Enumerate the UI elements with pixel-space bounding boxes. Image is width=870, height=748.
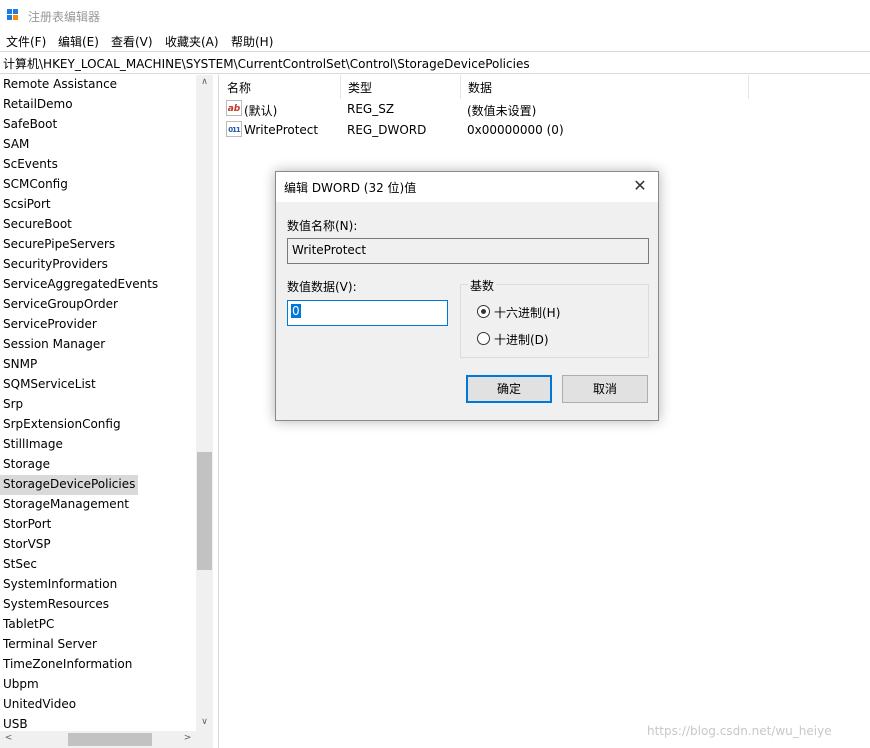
tree-item[interactable]: ScEvents (0, 155, 61, 175)
tree-item[interactable]: SNMP (0, 355, 40, 375)
value-name-field[interactable]: WriteProtect (287, 238, 649, 264)
ok-button[interactable]: 确定 (466, 375, 552, 403)
tree-horizontal-scrollbar[interactable]: < > (0, 731, 196, 748)
close-icon[interactable]: ✕ (630, 176, 650, 195)
tree-item[interactable]: StSec (0, 555, 40, 575)
scroll-right-arrow-icon[interactable]: > (179, 733, 196, 743)
base-label: 基数 (468, 277, 497, 294)
watermark-url: https://blog.csdn.net/wu_heiye (647, 724, 832, 738)
scroll-down-arrow-icon[interactable]: ∨ (196, 717, 213, 727)
menu-help[interactable]: 帮助(H) (231, 33, 273, 50)
dialog-title-bar: 编辑 DWORD (32 位)值 ✕ (276, 172, 658, 202)
pane-splitter[interactable] (213, 75, 219, 748)
registry-key-tree: Remote Assistance RetailDemo SafeBoot SAM Sc… (0, 75, 213, 748)
base-groupbox (460, 284, 649, 358)
tree-item[interactable]: TabletPC (0, 615, 57, 635)
tree-item[interactable]: ScsiPort (0, 195, 54, 215)
tree-item[interactable]: Remote Assistance (0, 75, 120, 95)
regedit-app-icon (7, 9, 20, 22)
value-data-input[interactable]: 0 (287, 300, 448, 326)
value-name-label: 数值名称(N): (287, 219, 358, 233)
value-type: REG_DWORD (347, 123, 427, 137)
radio-decimal-label[interactable]: 十进制(D) (494, 331, 549, 348)
radio-hex[interactable] (477, 305, 490, 318)
tree-item[interactable]: Storage (0, 455, 53, 475)
column-header-data[interactable]: 数据 (461, 75, 749, 99)
tree-item[interactable]: SafeBoot (0, 115, 60, 135)
tree-item[interactable]: Terminal Server (0, 635, 100, 655)
edit-dword-dialog: 编辑 DWORD (32 位)值 ✕ 数值名称(N): WriteProtect… (275, 171, 659, 421)
value-row[interactable]: 011 WriteProtect REG_DWORD 0x00000000 (0… (220, 120, 870, 141)
tree-item[interactable]: StorageManagement (0, 495, 132, 515)
scroll-left-arrow-icon[interactable]: < (0, 733, 17, 743)
tree-item[interactable]: StorageDevicePolicies (0, 475, 139, 495)
scroll-up-arrow-icon[interactable]: ∧ (196, 77, 213, 87)
tree-item[interactable]: SCMConfig (0, 175, 71, 195)
horizontal-scroll-thumb[interactable] (68, 733, 152, 746)
tree-item[interactable]: StorVSP (0, 535, 54, 555)
value-data-label: 数值数据(V): (287, 280, 357, 294)
string-value-icon: ab (226, 100, 242, 116)
address-bar[interactable]: 计算机\HKEY_LOCAL_MACHINE\SYSTEM\CurrentCon… (0, 51, 870, 74)
radio-hex-label[interactable]: 十六进制(H) (494, 304, 560, 321)
tree-item[interactable]: StillImage (0, 435, 66, 455)
tree-item[interactable]: RetailDemo (0, 95, 76, 115)
window-title: 注册表编辑器 (28, 10, 101, 24)
tree-item[interactable]: SQMServiceList (0, 375, 99, 395)
vertical-scroll-thumb[interactable] (197, 452, 212, 570)
menu-view[interactable]: 查看(V) (111, 33, 153, 50)
radio-decimal[interactable] (477, 332, 490, 345)
menu-file[interactable]: 文件(F) (6, 33, 46, 50)
tree-item[interactable]: ServiceProvider (0, 315, 100, 335)
dialog-title: 编辑 DWORD (32 位)值 (284, 181, 417, 195)
menu-edit[interactable]: 编辑(E) (58, 33, 99, 50)
tree-item[interactable]: UnitedVideo (0, 695, 79, 715)
tree-item[interactable]: SecureBoot (0, 215, 75, 235)
tree-item[interactable]: Session Manager (0, 335, 108, 355)
value-data: 0x00000000 (0) (467, 123, 564, 137)
dword-value-icon: 011 (226, 121, 242, 137)
column-header-name[interactable]: 名称 (220, 75, 341, 99)
menu-favorites[interactable]: 收藏夹(A) (165, 33, 219, 50)
tree-item[interactable]: TimeZoneInformation (0, 655, 135, 675)
tree-item[interactable]: SAM (0, 135, 32, 155)
scrollbar-corner (196, 731, 213, 748)
tree-item[interactable]: SrpExtensionConfig (0, 415, 124, 435)
tree-item[interactable]: StorPort (0, 515, 54, 535)
tree-item[interactable]: ServiceGroupOrder (0, 295, 121, 315)
tree-item[interactable]: Srp (0, 395, 26, 415)
tree-item[interactable]: ServiceAggregatedEvents (0, 275, 161, 295)
menu-bar: 文件(F) 编辑(E) 查看(V) 收藏夹(A) 帮助(H) (0, 31, 870, 51)
tree-item[interactable]: SecurePipeServers (0, 235, 118, 255)
title-bar: 注册表编辑器 (0, 0, 870, 31)
cancel-button[interactable]: 取消 (562, 375, 648, 403)
value-type: REG_SZ (347, 102, 395, 116)
value-data: (数值未设置) (467, 104, 537, 118)
value-row[interactable]: ab (默认) REG_SZ (数值未设置) (220, 99, 870, 120)
value-data-text: 0 (291, 304, 301, 318)
column-header-type[interactable]: 类型 (341, 75, 461, 99)
tree-item[interactable]: SystemInformation (0, 575, 120, 595)
tree-item[interactable]: Ubpm (0, 675, 42, 695)
value-name: (默认) (244, 104, 278, 118)
tree-item[interactable]: SystemResources (0, 595, 112, 615)
tree-item[interactable]: SecurityProviders (0, 255, 111, 275)
tree-vertical-scrollbar[interactable]: ∧ ∨ (196, 75, 213, 731)
value-name: WriteProtect (244, 123, 319, 137)
